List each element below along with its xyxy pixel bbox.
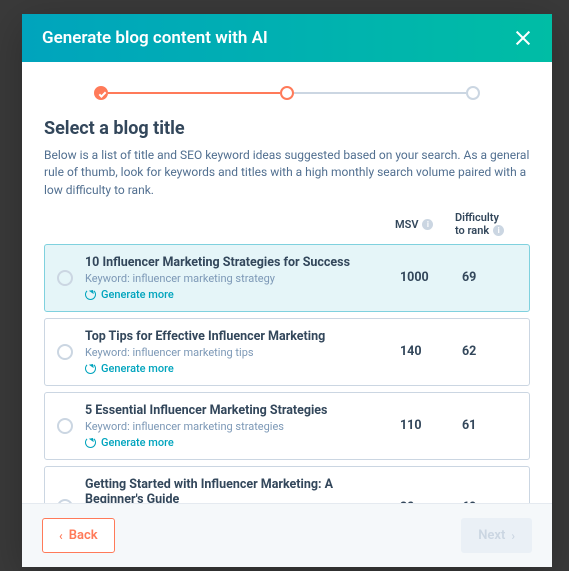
column-difficulty-label-1: Difficulty xyxy=(455,211,499,224)
option-msv: 1000 xyxy=(400,270,450,285)
chevron-right-icon: › xyxy=(511,529,515,543)
option-title: Top Tips for Effective Influencer Market… xyxy=(85,329,388,344)
back-button[interactable]: ‹ Back xyxy=(42,518,115,553)
radio-icon[interactable] xyxy=(57,418,73,434)
option-title: 5 Essential Influencer Marketing Strateg… xyxy=(85,403,388,418)
generate-more-link[interactable]: Generate more xyxy=(85,436,388,449)
column-msv: MSV i xyxy=(395,211,455,237)
step-3-dot xyxy=(466,86,480,100)
refresh-icon xyxy=(85,363,96,374)
title-option[interactable]: 5 Essential Influencer Marketing Strateg… xyxy=(44,392,530,460)
column-msv-label: MSV xyxy=(395,218,418,231)
option-keyword: Keyword: influencer marketing tips xyxy=(85,346,388,359)
option-body: Getting Started with Influencer Marketin… xyxy=(85,477,388,503)
section-heading: Select a blog title xyxy=(44,118,530,139)
column-difficulty-label-2: to rank xyxy=(455,224,489,237)
back-button-label: Back xyxy=(69,528,98,543)
option-title: Getting Started with Influencer Marketin… xyxy=(85,477,388,503)
option-title: 10 Influencer Marketing Strategies for S… xyxy=(85,255,388,270)
option-list: 10 Influencer Marketing Strategies for S… xyxy=(44,244,530,503)
next-button[interactable]: Next › xyxy=(461,518,532,553)
modal-header: Generate blog content with AI xyxy=(22,14,552,62)
close-icon[interactable] xyxy=(514,29,532,47)
option-msv: 110 xyxy=(400,418,450,433)
option-keyword: Keyword: influencer marketing strategy xyxy=(85,272,388,285)
generate-more-label: Generate more xyxy=(101,362,174,375)
option-difficulty: 69 xyxy=(462,270,517,285)
option-body: Top Tips for Effective Influencer Market… xyxy=(85,329,388,375)
radio-icon[interactable] xyxy=(57,344,73,360)
refresh-icon xyxy=(85,289,96,300)
generate-more-link[interactable]: Generate more xyxy=(85,288,388,301)
title-option[interactable]: Top Tips for Effective Influencer Market… xyxy=(44,318,530,386)
title-option[interactable]: Getting Started with Influencer Marketin… xyxy=(44,466,530,503)
step-line-2 xyxy=(294,92,466,94)
generate-more-label: Generate more xyxy=(101,288,174,301)
option-difficulty: 62 xyxy=(462,344,517,359)
radio-icon[interactable] xyxy=(57,270,73,286)
generate-more-label: Generate more xyxy=(101,436,174,449)
option-keyword: Keyword: influencer marketing strategies xyxy=(85,420,388,433)
step-2-dot xyxy=(280,86,294,100)
section-description: Below is a list of title and SEO keyword… xyxy=(44,147,530,199)
info-icon[interactable]: i xyxy=(493,225,504,236)
progress-stepper xyxy=(94,86,480,100)
next-button-label: Next xyxy=(478,528,505,543)
option-difficulty: 61 xyxy=(462,418,517,433)
step-line-1 xyxy=(108,92,280,94)
column-spacer xyxy=(54,211,395,237)
refresh-icon xyxy=(85,437,96,448)
title-option[interactable]: 10 Influencer Marketing Strategies for S… xyxy=(44,244,530,312)
modal: Generate blog content with AI Select a b… xyxy=(22,14,552,567)
modal-body: Select a blog title Below is a list of t… xyxy=(22,62,552,503)
column-difficulty: Difficulty to rank i xyxy=(455,211,520,237)
column-headers: MSV i Difficulty to rank i xyxy=(44,211,530,243)
option-body: 10 Influencer Marketing Strategies for S… xyxy=(85,255,388,301)
option-msv: 140 xyxy=(400,344,450,359)
info-icon[interactable]: i xyxy=(422,219,433,230)
modal-footer: ‹ Back Next › xyxy=(22,503,552,567)
step-1-dot xyxy=(94,86,108,100)
modal-title: Generate blog content with AI xyxy=(42,28,268,48)
chevron-left-icon: ‹ xyxy=(59,529,63,543)
option-body: 5 Essential Influencer Marketing Strateg… xyxy=(85,403,388,449)
generate-more-link[interactable]: Generate more xyxy=(85,362,388,375)
